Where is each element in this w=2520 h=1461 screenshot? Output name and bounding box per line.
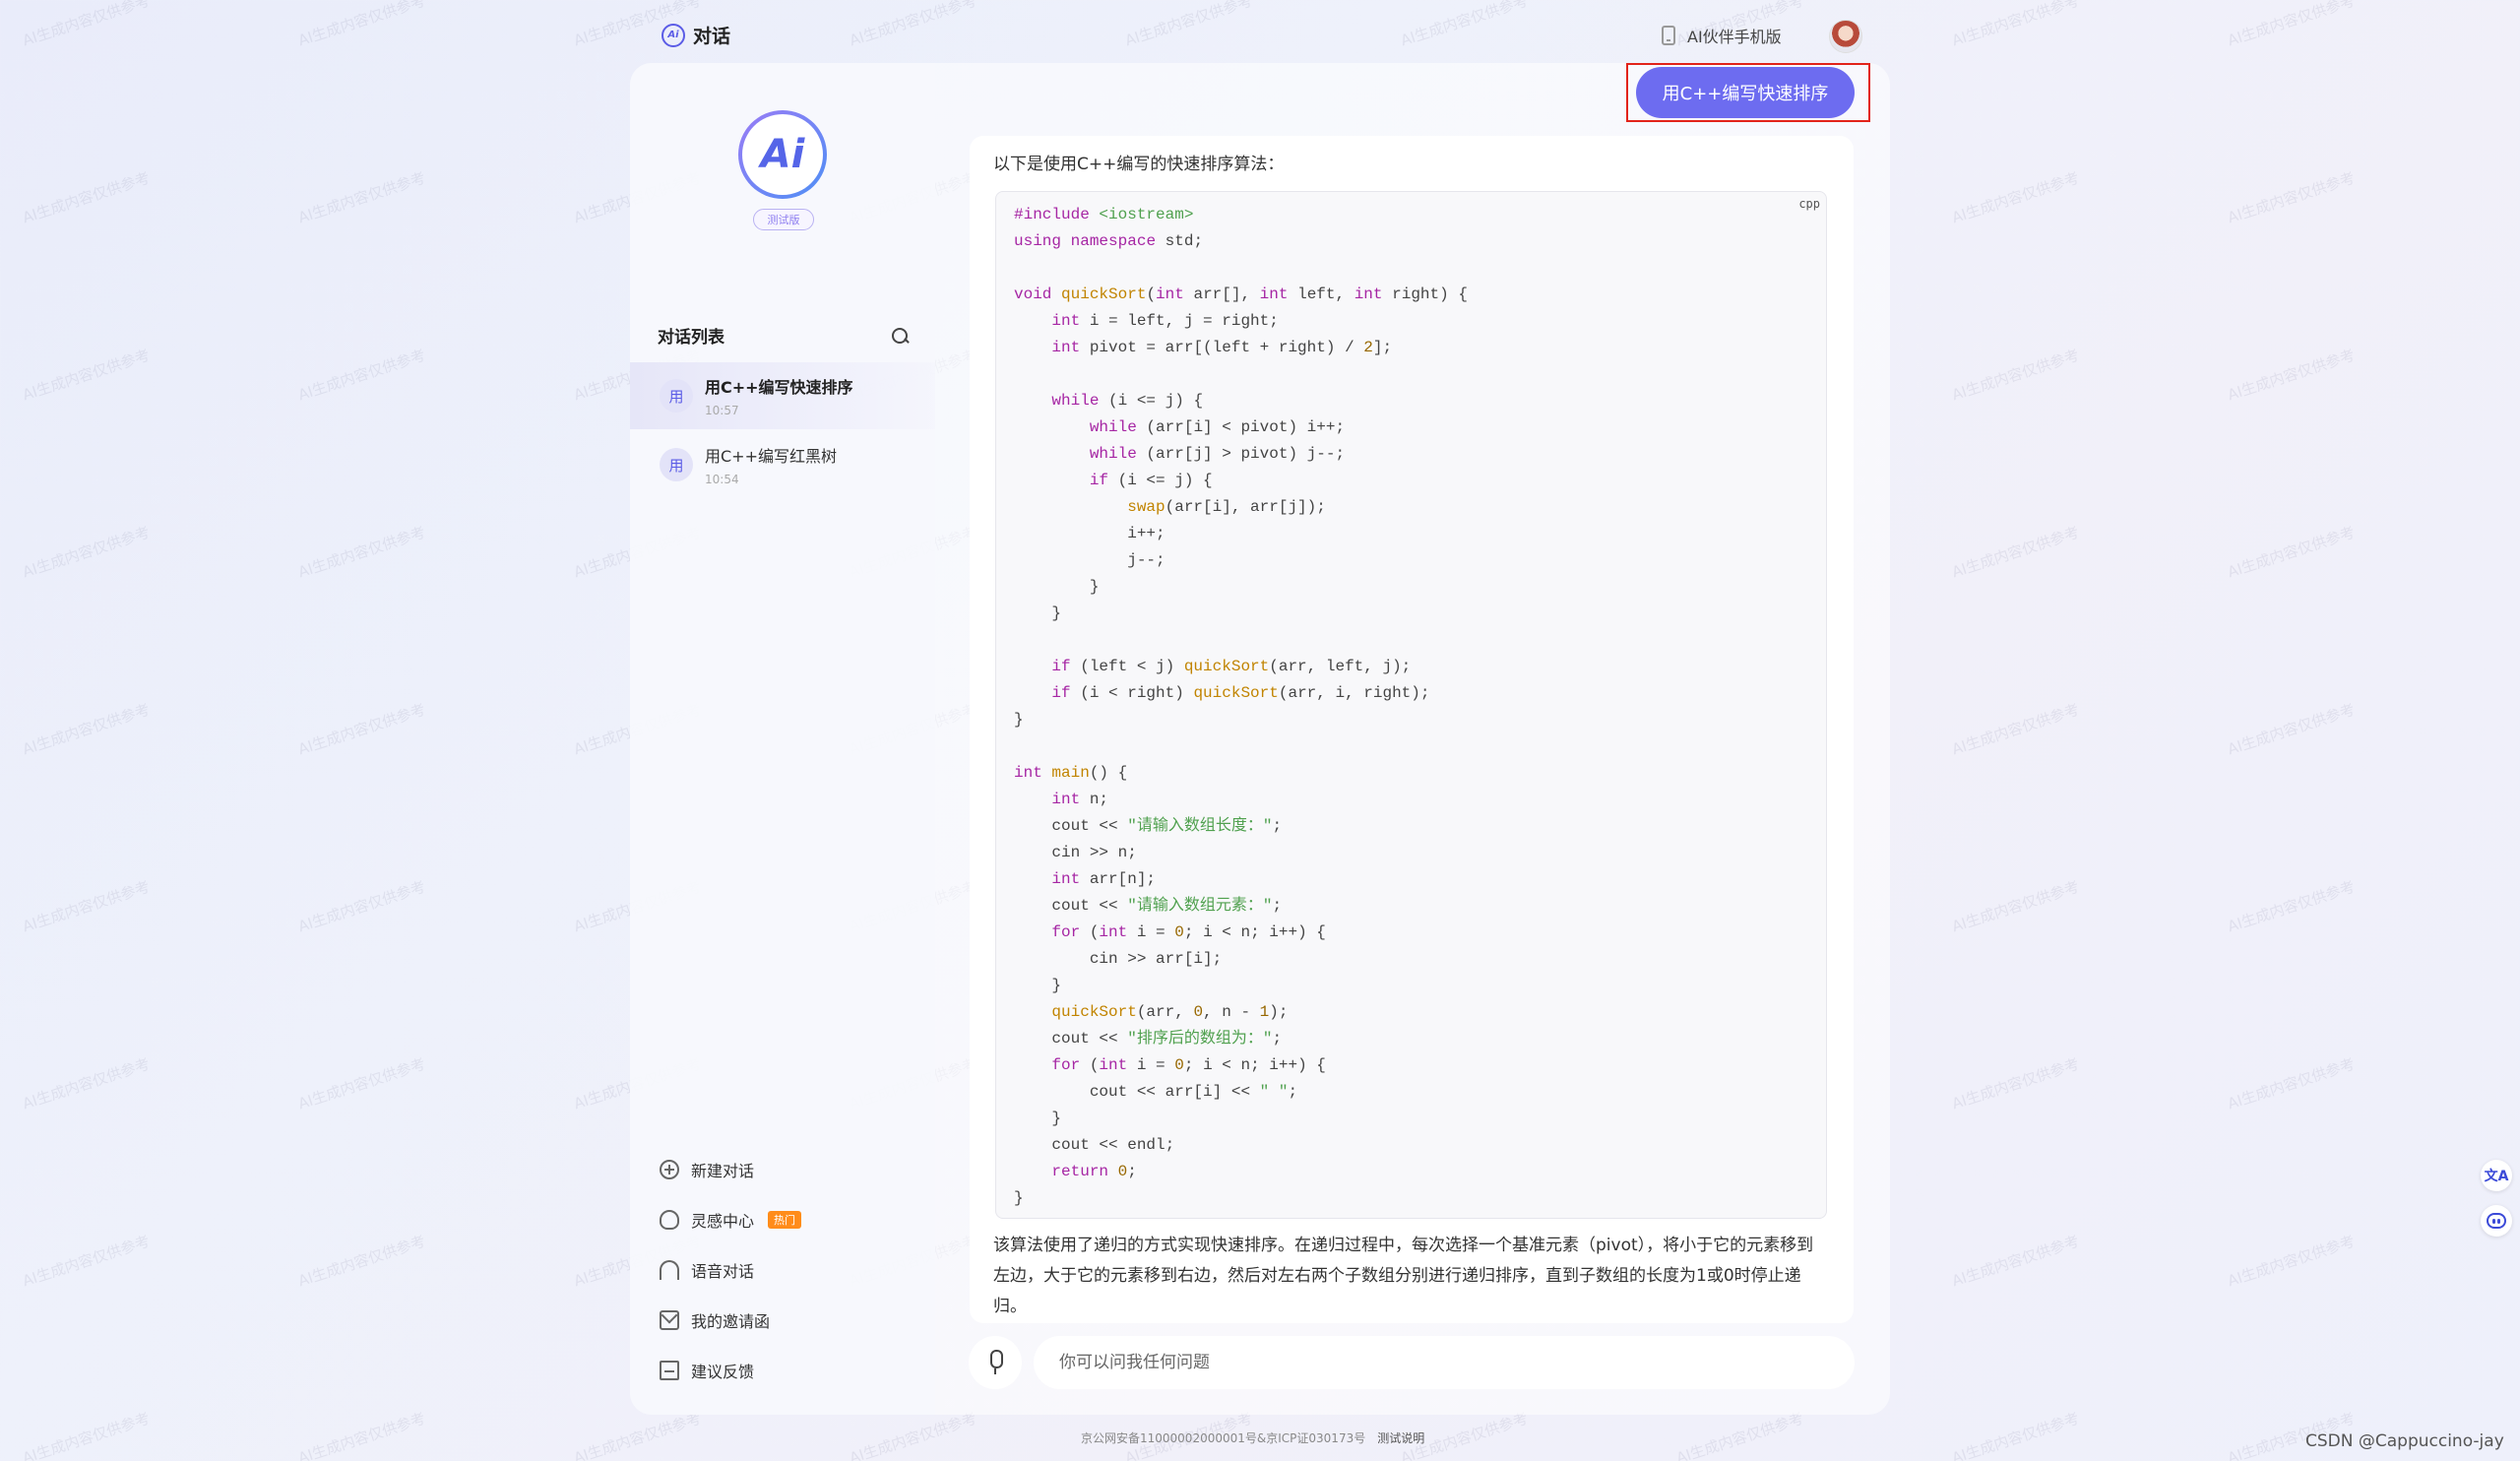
watermark-text: AI生成内容仅供参考 — [295, 1409, 428, 1461]
watermark-text: AI生成内容仅供参考 — [20, 1409, 153, 1461]
watermark-text: AI生成内容仅供参考 — [20, 346, 153, 405]
brand: Ai 对话 — [662, 22, 730, 48]
conversation-time: 10:54 — [705, 473, 739, 486]
mail-icon — [660, 1309, 679, 1330]
lightbulb-icon — [660, 1209, 679, 1230]
phone-icon — [1662, 26, 1675, 45]
conversation-text: 用C++编写红黑树 10:54 — [705, 443, 837, 486]
watermark-text: AI生成内容仅供参考 — [2225, 1232, 2358, 1291]
footer: 京公网安备11000002000001号&京ICP证030173号 测试说明 — [1081, 1429, 1424, 1446]
watermark-text: AI生成内容仅供参考 — [20, 877, 153, 936]
code-language-tag: cpp — [1798, 197, 1820, 211]
menu-label: 灵感中心 — [691, 1211, 755, 1231]
conversation-title: 用C++编写红黑树 — [705, 447, 837, 466]
conversation-list-header: 对话列表 — [658, 323, 909, 348]
partner-mobile-label: AI伙伴手机版 — [1687, 28, 1782, 46]
watermark-text: AI生成内容仅供参考 — [571, 1409, 704, 1461]
watermark-text: AI生成内容仅供参考 — [295, 877, 428, 936]
menu-voice-chat[interactable]: 语音对话 — [660, 1244, 801, 1295]
watermark-text: AI生成内容仅供参考 — [1673, 1409, 1806, 1461]
watermark-text: AI生成内容仅供参考 — [2225, 168, 2358, 227]
csdn-credit: CSDN @Cappuccino-jay — [2305, 1431, 2504, 1451]
ai-logo-icon: Ai — [662, 23, 685, 47]
menu-label: 我的邀请函 — [691, 1311, 771, 1331]
robot-button[interactable] — [2481, 1205, 2512, 1237]
conversation-list-title: 对话列表 — [658, 328, 724, 348]
menu-feedback[interactable]: 建议反馈 — [660, 1345, 801, 1395]
watermark-text: AI生成内容仅供参考 — [20, 168, 153, 227]
chat-input-row — [969, 1336, 1855, 1389]
watermark-text: AI生成内容仅供参考 — [2225, 877, 2358, 936]
watermark-text: AI生成内容仅供参考 — [2225, 346, 2358, 405]
assistant-answer: 以下是使用C++编写的快速排序算法： cpp #include <iostrea… — [970, 136, 1854, 1323]
watermark-text: AI生成内容仅供参考 — [295, 1232, 428, 1291]
menu-inspiration[interactable]: 灵感中心 热门 — [660, 1194, 802, 1244]
watermark-text: AI生成内容仅供参考 — [1949, 346, 2082, 405]
chat-input[interactable] — [1034, 1336, 1855, 1389]
watermark-text: AI生成内容仅供参考 — [295, 168, 428, 227]
user-avatar[interactable] — [1829, 20, 1862, 53]
conversation-title: 用C++编写快速排序 — [705, 378, 853, 397]
hot-badge: 热门 — [768, 1210, 802, 1229]
watermark-text: AI生成内容仅供参考 — [1949, 1409, 2082, 1461]
watermark-text: AI生成内容仅供参考 — [1949, 1054, 2082, 1113]
floating-tools: 文A — [2481, 1160, 2512, 1237]
translate-icon[interactable]: 文A — [2481, 1160, 2512, 1191]
watermark-text: AI生成内容仅供参考 — [1949, 1232, 2082, 1291]
icp-text: 京公网安备11000002000001号&京ICP证030173号 — [1081, 1431, 1366, 1445]
watermark-text: AI生成内容仅供参考 — [2225, 523, 2358, 582]
menu-label: 建议反馈 — [691, 1362, 755, 1381]
menu-invitations[interactable]: 我的邀请函 — [660, 1295, 801, 1345]
top-bar: Ai 对话 AI伙伴手机版 — [0, 0, 2520, 63]
sidebar-menu: 新建对话 灵感中心 热门 语音对话 我的邀请函 建议反馈 — [660, 1144, 802, 1395]
watermark-text: AI生成内容仅供参考 — [1949, 168, 2082, 227]
plus-circle-icon — [660, 1159, 679, 1179]
user-message-bubble: 用C++编写快速排序 — [1636, 67, 1855, 118]
conversation-avatar: 用 — [660, 448, 693, 481]
watermark-text: AI生成内容仅供参考 — [20, 1232, 153, 1291]
brand-title: 对话 — [693, 26, 731, 47]
menu-label: 语音对话 — [691, 1261, 755, 1281]
conversation-text: 用C++编写快速排序 10:57 — [705, 374, 853, 417]
watermark-text: AI生成内容仅供参考 — [1949, 700, 2082, 759]
headphones-icon — [660, 1259, 679, 1280]
conversation-item-rbtree[interactable]: 用 用C++编写红黑树 10:54 — [630, 431, 935, 498]
partner-mobile-link[interactable]: AI伙伴手机版 — [1662, 24, 1782, 47]
watermark-text: AI生成内容仅供参考 — [295, 346, 428, 405]
sidebar: Ai 测试版 对话列表 用 用C++编写快速排序 10:57 用 用C++编写红… — [630, 63, 935, 1415]
watermark-text: AI生成内容仅供参考 — [295, 523, 428, 582]
conversation-avatar: 用 — [660, 379, 693, 413]
search-icon[interactable] — [891, 327, 909, 345]
conversation-item-quicksort[interactable]: 用 用C++编写快速排序 10:57 — [630, 362, 935, 429]
watermark-text: AI生成内容仅供参考 — [2225, 700, 2358, 759]
ai-app-logo: Ai — [738, 110, 827, 199]
test-note-link[interactable]: 测试说明 — [1377, 1429, 1424, 1446]
answer-explanation: 该算法使用了递归的方式实现快速排序。在递归过程中，每次选择一个基准元素（pivo… — [993, 1236, 1814, 1316]
conversation-time: 10:57 — [705, 404, 739, 417]
watermark-text: AI生成内容仅供参考 — [20, 523, 153, 582]
ai-logo-icon: Ai — [742, 114, 823, 195]
watermark-text: AI生成内容仅供参考 — [295, 1054, 428, 1113]
watermark-text: AI生成内容仅供参考 — [295, 700, 428, 759]
code-block: cpp #include <iostream> using namespace … — [995, 191, 1827, 1219]
watermark-text: AI生成内容仅供参考 — [20, 1054, 153, 1113]
answer-intro: 以下是使用C++编写的快速排序算法： — [993, 155, 1285, 174]
watermark-text: AI生成内容仅供参考 — [847, 1409, 979, 1461]
watermark-text: AI生成内容仅供参考 — [1949, 523, 2082, 582]
beta-badge: 测试版 — [753, 209, 814, 230]
edit-icon — [660, 1360, 679, 1380]
microphone-button[interactable] — [969, 1336, 1022, 1389]
watermark-text: AI生成内容仅供参考 — [2225, 1054, 2358, 1113]
robot-icon — [2487, 1213, 2506, 1229]
code-content: #include <iostream> using namespace std;… — [1014, 206, 1468, 1207]
watermark-text: AI生成内容仅供参考 — [20, 700, 153, 759]
watermark-text: AI生成内容仅供参考 — [1949, 877, 2082, 936]
menu-label: 新建对话 — [691, 1161, 755, 1180]
menu-new-chat[interactable]: 新建对话 — [660, 1144, 801, 1194]
